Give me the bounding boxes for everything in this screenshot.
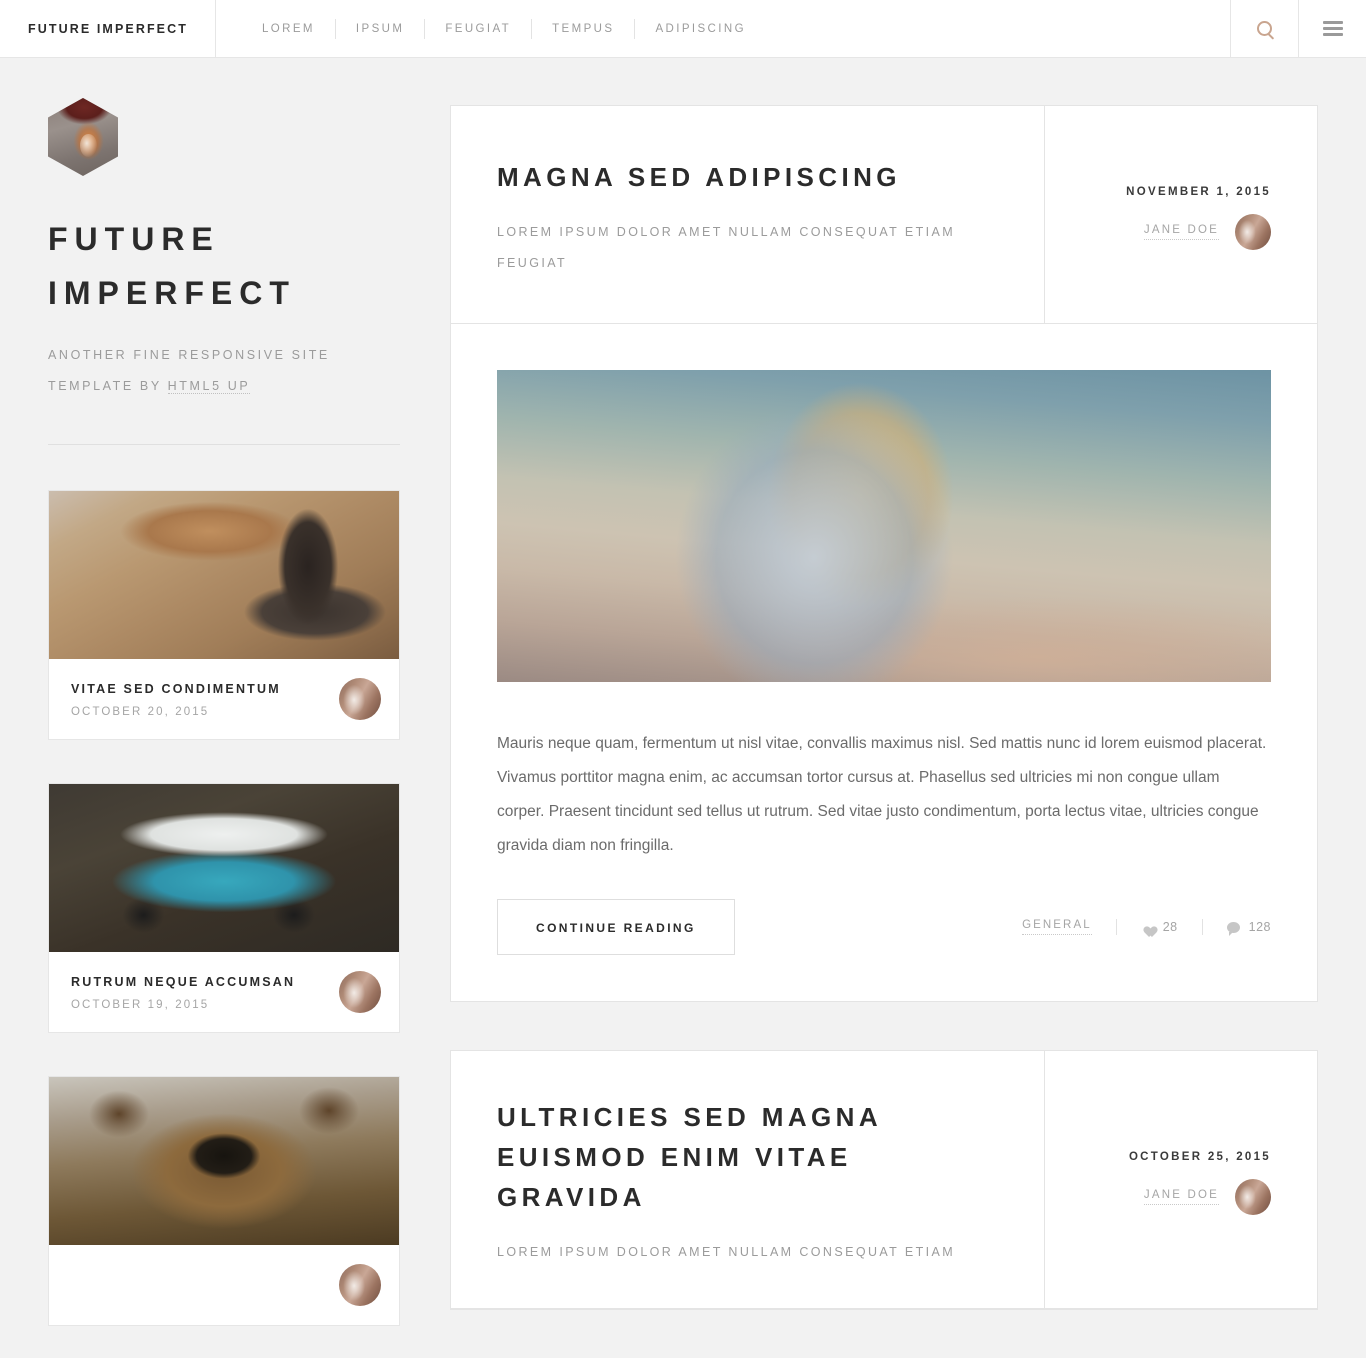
post-title[interactable]: MAGNA SED ADIPISCING [497,157,996,197]
site-header: FUTURE IMPERFECT LOREM IPSUM FEUGIAT TEM… [0,0,1366,58]
mini-post-date: OCTOBER 20, 2015 [71,706,210,718]
post-meta: NOVEMBER 1, 2015 JANE DOE [1044,106,1317,323]
heart-icon [1141,921,1154,933]
post-header-main: MAGNA SED ADIPISCING LOREM IPSUM DOLOR A… [451,106,1044,323]
post-author-name[interactable]: JANE DOE [1143,1189,1219,1205]
post-likes[interactable]: 28 [1141,920,1178,934]
likes-count: 28 [1162,920,1178,934]
mini-post-text: VITAE SED CONDIMENTUM OCTOBER 20, 2015 [71,680,339,718]
nav-item-adipiscing[interactable]: ADIPISCING [635,21,765,37]
mini-post-avatar[interactable] [339,1264,381,1306]
post-comments[interactable]: 128 [1226,920,1271,936]
post-author-name[interactable]: JANE DOE [1143,224,1219,240]
mini-post-avatar[interactable] [339,678,381,720]
mini-post-title[interactable]: VITAE SED CONDIMENTUM [71,680,339,698]
post-footer: CONTINUE READING GENERAL 28 128 [451,863,1317,1001]
nav-item-ipsum[interactable]: IPSUM [336,21,424,37]
mini-post-thumbnail-workshop[interactable] [49,491,399,659]
main-content: MAGNA SED ADIPISCING LOREM IPSUM DOLOR A… [450,105,1318,1358]
site-brand-link[interactable]: FUTURE IMPERFECT [0,0,216,57]
post-date: NOVEMBER 1, 2015 [1126,185,1271,198]
post-header: ULTRICIES SED MAGNA EUISMOD ENIM VITAE G… [451,1051,1317,1309]
tagline-line-2-prefix: TEMPLATE BY [48,379,168,393]
nav-item-feugiat[interactable]: FEUGIAT [425,21,531,37]
mini-post-avatar[interactable] [339,971,381,1013]
post-author-block: JANE DOE [1045,1178,1271,1215]
mini-post-body [49,1245,399,1325]
post-date: OCTOBER 25, 2015 [1128,1150,1271,1163]
continue-reading-button[interactable]: CONTINUE READING [497,899,735,955]
mini-post-text [71,1281,339,1289]
nav-item-tempus[interactable]: TEMPUS [532,21,634,37]
post-hero-image[interactable] [497,370,1271,682]
stat-separator [1201,919,1203,935]
mini-post-date: OCTOBER 19, 2015 [71,999,210,1011]
primary-navigation: LOREM IPSUM FEUGIAT TEMPUS ADIPISCING [216,0,1230,57]
comments-count: 128 [1248,920,1271,934]
mini-post-thumbnail-bear[interactable] [49,1077,399,1245]
post-header: MAGNA SED ADIPISCING LOREM IPSUM DOLOR A… [451,106,1317,324]
mini-post-2[interactable]: RUTRUM NEQUE ACCUMSAN OCTOBER 19, 2015 [48,783,400,1033]
post-paragraph: Mauris neque quam, fermentum ut nisl vit… [497,735,1267,854]
post-subtitle: LOREM IPSUM DOLOR AMET NULLAM CONSEQUAT … [497,224,956,270]
mini-post-1[interactable]: VITAE SED CONDIMENTUM OCTOBER 20, 2015 [48,490,400,740]
mini-post-title[interactable]: RUTRUM NEQUE ACCUMSAN [71,973,339,991]
post-body: Mauris neque quam, fermentum ut nisl vit… [451,324,1317,863]
post-title[interactable]: ULTRICIES SED MAGNA EUISMOD ENIM VITAE G… [497,1097,996,1217]
post-card-1: MAGNA SED ADIPISCING LOREM IPSUM DOLOR A… [450,105,1318,1002]
sidebar-divider [48,444,400,445]
post-subtitle: LOREM IPSUM DOLOR AMET NULLAM CONSEQUAT … [497,1245,956,1259]
post-author-avatar[interactable] [1235,213,1271,250]
mini-post-text: RUTRUM NEQUE ACCUMSAN OCTOBER 19, 2015 [71,973,339,1011]
tagline-line-1: ANOTHER FINE RESPONSIVE SITE [48,348,330,362]
site-tagline: ANOTHER FINE RESPONSIVE SITE TEMPLATE BY… [48,340,400,402]
search-button[interactable] [1230,0,1298,57]
sidebar: FUTURE IMPERFECT ANOTHER FINE RESPONSIVE… [48,98,400,1326]
post-header-main: ULTRICIES SED MAGNA EUISMOD ENIM VITAE G… [451,1051,1044,1308]
post-author-block: JANE DOE [1045,213,1271,250]
post-author-avatar[interactable] [1235,1178,1271,1215]
hamburger-menu-icon [1322,21,1343,36]
fox-hexagon-avatar-icon [48,98,118,176]
page-title: FUTURE IMPERFECT [48,221,296,311]
search-icon [1257,21,1272,36]
stat-separator [1115,919,1117,935]
mini-post-3[interactable] [48,1076,400,1326]
post-category-link[interactable]: GENERAL [1022,919,1092,935]
menu-button[interactable] [1298,0,1366,57]
mini-post-body: VITAE SED CONDIMENTUM OCTOBER 20, 2015 [49,659,399,739]
html5up-link[interactable]: HTML5 UP [167,379,251,394]
mini-post-thumbnail-van[interactable] [49,784,399,952]
post-card-2: ULTRICIES SED MAGNA EUISMOD ENIM VITAE G… [450,1050,1318,1310]
mini-post-body: RUTRUM NEQUE ACCUMSAN OCTOBER 19, 2015 [49,952,399,1032]
nav-item-lorem[interactable]: LOREM [242,21,335,37]
comment-icon [1226,921,1240,936]
post-stats: GENERAL 28 128 [1022,919,1271,936]
post-meta: OCTOBER 25, 2015 JANE DOE [1044,1051,1317,1308]
page-wrapper: FUTURE IMPERFECT ANOTHER FINE RESPONSIVE… [0,58,1366,1326]
